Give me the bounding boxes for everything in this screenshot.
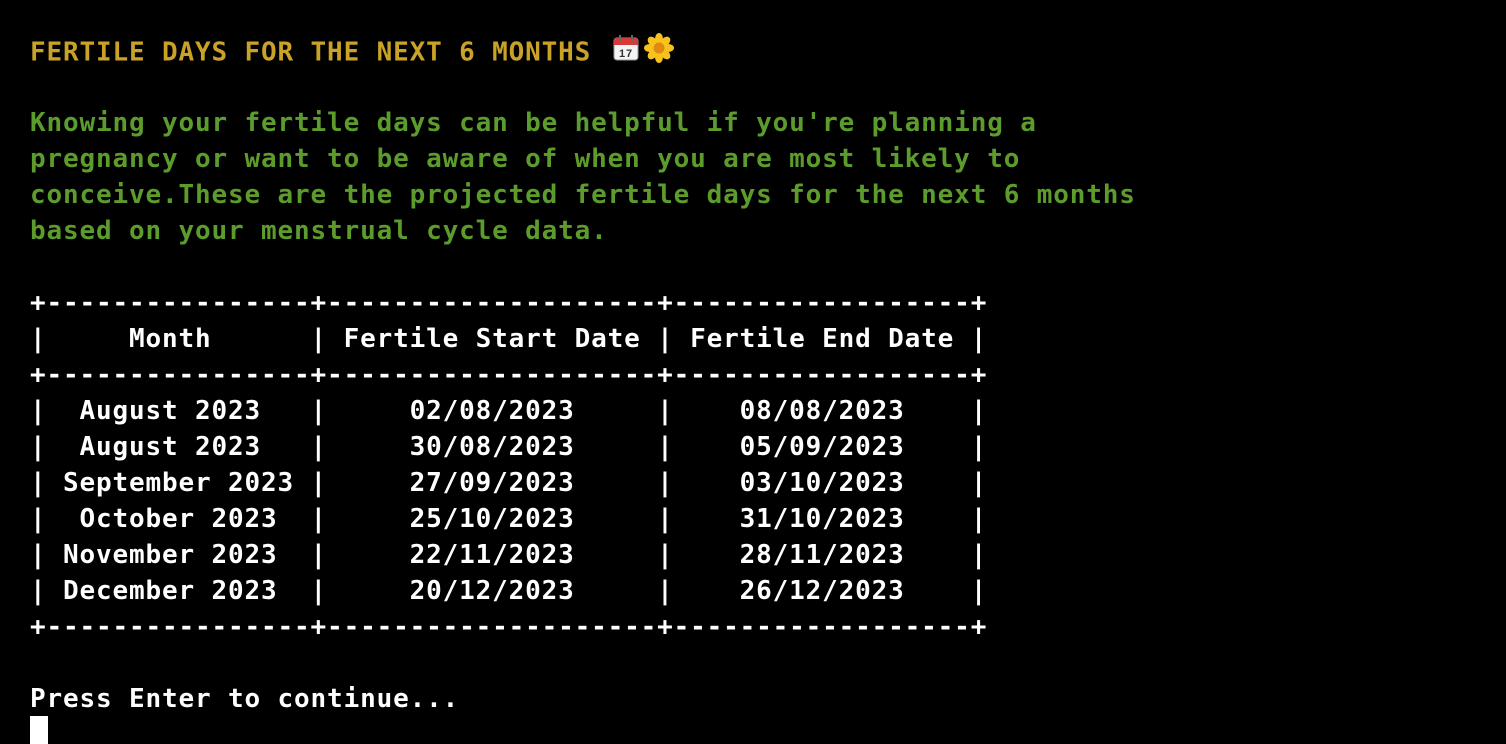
- table-row: | August 2023 | 02/08/2023 | 08/08/2023 …: [30, 396, 988, 426]
- table-border-bottom: +----------------+--------------------+-…: [30, 612, 988, 642]
- table-row: | December 2023 | 20/12/2023 | 26/12/202…: [30, 576, 988, 606]
- blossom-icon: [643, 33, 674, 73]
- table-header-row: | Month | Fertile Start Date | Fertile E…: [30, 324, 988, 354]
- table-row: | November 2023 | 22/11/2023 | 28/11/202…: [30, 540, 988, 570]
- intro-paragraph: Knowing your fertile days can be helpful…: [30, 105, 1480, 249]
- intro-line: based on your menstrual cycle data.: [30, 216, 608, 246]
- fertile-days-table: +----------------+--------------------+-…: [30, 285, 1480, 645]
- table-row: | September 2023 | 27/09/2023 | 03/10/20…: [30, 468, 988, 498]
- terminal-cursor[interactable]: [30, 716, 48, 744]
- terminal-output: FERTILE DAYS FOR THE NEXT 6 MONTHS 17 Kn…: [30, 33, 1480, 717]
- intro-line: conceive.These are the projected fertile…: [30, 180, 1136, 210]
- svg-text:17: 17: [619, 48, 633, 60]
- table-row: | October 2023 | 25/10/2023 | 31/10/2023…: [30, 504, 988, 534]
- intro-line: Knowing your fertile days can be helpful…: [30, 108, 1037, 138]
- page-title: FERTILE DAYS FOR THE NEXT 6 MONTHS 17: [30, 33, 1480, 69]
- continue-prompt: Press Enter to continue...: [30, 684, 460, 714]
- table-border-top: +----------------+--------------------+-…: [30, 288, 988, 318]
- calendar-icon: 17: [612, 34, 640, 72]
- table-header-border: +----------------+--------------------+-…: [30, 360, 988, 390]
- intro-line: pregnancy or want to be aware of when yo…: [30, 144, 1021, 174]
- title-text: FERTILE DAYS FOR THE NEXT 6 MONTHS: [30, 37, 592, 68]
- table-row: | August 2023 | 30/08/2023 | 05/09/2023 …: [30, 432, 988, 462]
